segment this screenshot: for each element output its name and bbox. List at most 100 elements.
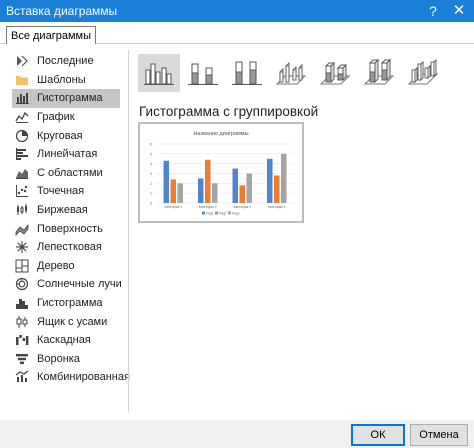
title-bar: Вставка диаграммы ? ✕ — [0, 0, 474, 22]
sidebar-item-templates[interactable]: Шаблоны — [12, 71, 120, 90]
combo-chart-icon — [15, 370, 29, 384]
3d-stacked-column-icon[interactable] — [314, 54, 356, 92]
waterfall-icon — [15, 333, 29, 347]
sidebar-item-label: Воронка — [37, 352, 80, 365]
bar — [267, 158, 273, 203]
sidebar-item-label: График — [37, 111, 75, 124]
sidebar-item-label: Биржевая — [37, 204, 88, 217]
bar — [205, 159, 211, 203]
sidebar-item-line[interactable]: График — [12, 108, 120, 127]
sidebar-item-combo[interactable]: Комбинированная — [12, 368, 130, 387]
funnel-icon — [15, 352, 29, 366]
clustered-column-icon[interactable] — [138, 54, 180, 92]
y-tick-label: 3 — [150, 172, 152, 176]
3d-stacked-100-column-icon[interactable] — [358, 54, 400, 92]
legend-label: Ряд3 — [232, 212, 240, 216]
chart-type-list: Последние Шаблоны Гистограмма График Кру… — [12, 52, 130, 387]
chart-subtype-gallery — [138, 54, 446, 94]
line-chart-icon — [15, 110, 29, 124]
folder-icon — [15, 73, 29, 87]
bar — [246, 173, 252, 203]
sidebar-item-label: Лепестковая — [37, 241, 102, 254]
chart-preview[interactable]: Название диаграммы 0 1 2 3 4 5 6 Категория 1 Кате… — [138, 122, 304, 223]
tab-strip: Все диаграммы — [0, 22, 474, 45]
scatter-chart-icon — [15, 184, 29, 198]
sidebar-item-label: Последние — [37, 55, 94, 68]
bar-chart-icon — [15, 147, 29, 161]
legend-swatch — [202, 211, 205, 215]
legend-swatch — [215, 211, 218, 215]
sidebar-item-label: Круговая — [37, 129, 83, 142]
stacked-100-column-icon[interactable] — [226, 54, 268, 92]
x-tick-label: Категория 4 — [268, 205, 286, 209]
stacked-column-icon[interactable] — [182, 54, 224, 92]
x-tick-label: Категория 3 — [233, 205, 251, 209]
y-tick-label: 0 — [150, 202, 152, 206]
radar-chart-icon — [15, 240, 29, 254]
sidebar-item-stock[interactable]: Биржевая — [12, 201, 120, 220]
surface-chart-icon — [15, 222, 29, 236]
ok-button[interactable]: ОК — [351, 424, 405, 446]
sidebar-item-label: Солнечные лучи — [37, 278, 122, 291]
sidebar-item-funnel[interactable]: Воронка — [12, 350, 120, 369]
stock-chart-icon — [15, 203, 29, 217]
y-tick-label: 1 — [150, 192, 152, 196]
sunburst-icon — [15, 277, 29, 291]
help-button[interactable]: ? — [420, 0, 446, 22]
sidebar-item-treemap[interactable]: Дерево — [12, 257, 120, 276]
dialog-footer: ОК Отмена — [0, 420, 474, 448]
sidebar-item-column[interactable]: Гистограмма — [12, 89, 120, 108]
sidebar-item-label: Линейчатая — [37, 148, 98, 161]
sidebar-item-scatter[interactable]: Точечная — [12, 182, 120, 201]
bar — [198, 178, 204, 203]
x-tick-label: Категория 1 — [164, 205, 182, 209]
sidebar-item-label: С областями — [37, 166, 103, 179]
sidebar-item-radar[interactable]: Лепестковая — [12, 238, 120, 257]
bar — [170, 179, 176, 203]
y-tick-label: 6 — [150, 143, 152, 147]
sidebar-item-label: Шаблоны — [37, 73, 86, 86]
recent-icon — [15, 54, 29, 68]
pie-chart-icon — [15, 129, 29, 143]
sidebar-item-box-whisker[interactable]: Ящик с усами — [12, 312, 120, 331]
bar — [232, 168, 238, 203]
window-title: Вставка диаграммы — [6, 4, 118, 18]
preview-chart-svg: Название диаграммы 0 1 2 3 4 5 6 Категория 1 Кате… — [150, 131, 294, 216]
y-tick-label: 2 — [150, 182, 152, 186]
sidebar-item-label: Дерево — [37, 259, 75, 272]
cancel-button[interactable]: Отмена — [410, 424, 468, 446]
legend-swatch — [228, 211, 231, 215]
bar — [177, 183, 183, 203]
close-button[interactable]: ✕ — [446, 0, 472, 22]
bar — [163, 160, 169, 203]
column-chart-icon — [15, 91, 29, 105]
sidebar-item-label: Поверхность — [37, 222, 103, 235]
sidebar-item-surface[interactable]: Поверхность — [12, 219, 120, 238]
sidebar-item-histogram[interactable]: Гистограмма — [12, 294, 120, 313]
sidebar-item-pie[interactable]: Круговая — [12, 126, 120, 145]
y-tick-label: 5 — [150, 152, 152, 156]
legend-label: Ряд1 — [206, 212, 214, 216]
sidebar-item-recent[interactable]: Последние — [12, 52, 120, 71]
box-whisker-icon — [15, 315, 29, 329]
sidebar-item-area[interactable]: С областями — [12, 164, 120, 183]
tab-all-charts[interactable]: Все диаграммы — [6, 26, 96, 45]
x-tick-label: Категория 2 — [199, 205, 217, 209]
sidebar-item-label: Комбинированная — [37, 371, 130, 384]
sidebar-item-sunburst[interactable]: Солнечные лучи — [12, 275, 122, 294]
subtype-title: Гистограмма с группировкой — [139, 104, 319, 119]
sidebar-item-bar[interactable]: Линейчатая — [12, 145, 120, 164]
dialog-content: Последние Шаблоны Гистограмма График Кру… — [0, 44, 474, 420]
3d-clustered-column-icon[interactable] — [270, 54, 312, 92]
sidebar-item-label: Гистограмма — [37, 297, 103, 310]
3d-column-icon[interactable] — [402, 54, 444, 92]
sidebar-item-waterfall[interactable]: Каскадная — [12, 331, 120, 350]
legend-label: Ряд2 — [219, 212, 227, 216]
bar — [274, 175, 280, 203]
sidebar-item-label: Точечная — [37, 185, 85, 198]
bar — [281, 153, 287, 203]
sidebar-item-label: Гистограмма — [37, 92, 103, 105]
histogram-icon — [15, 296, 29, 310]
y-tick-label: 4 — [150, 162, 152, 166]
bar — [212, 183, 218, 203]
